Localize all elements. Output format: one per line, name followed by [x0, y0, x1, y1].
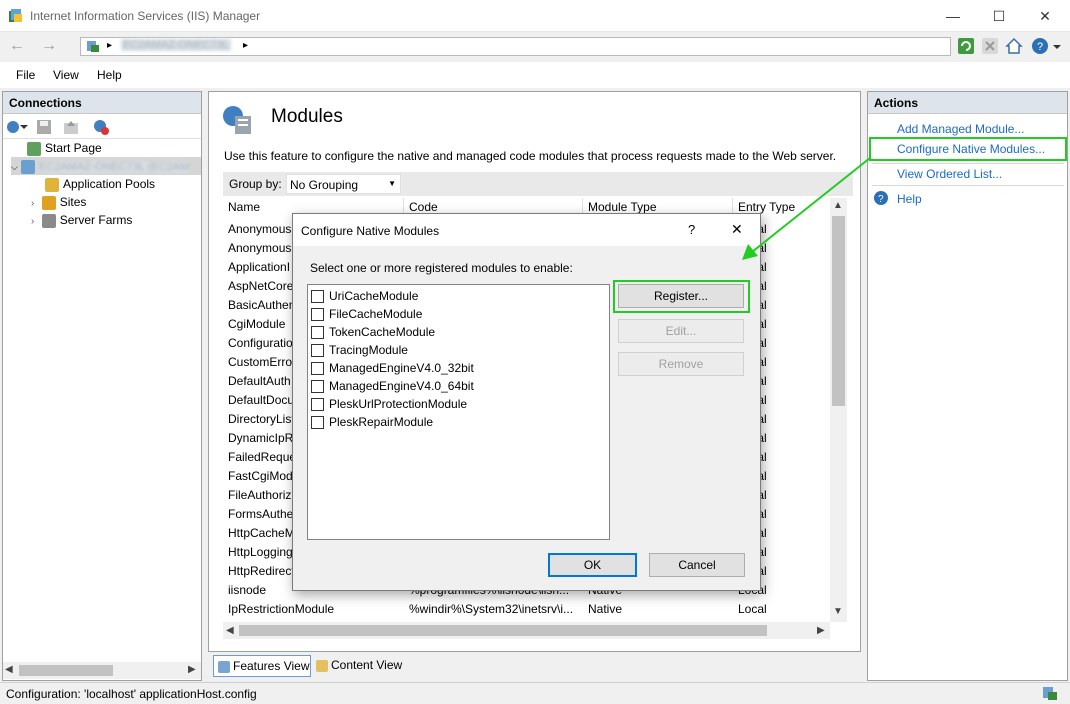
status-server-icon	[1042, 686, 1058, 701]
annotation-arrow	[742, 157, 871, 260]
status-bar: Configuration: 'localhost' applicationHo…	[0, 682, 1070, 704]
status-text: Configuration: 'localhost' applicationHo…	[6, 687, 257, 701]
